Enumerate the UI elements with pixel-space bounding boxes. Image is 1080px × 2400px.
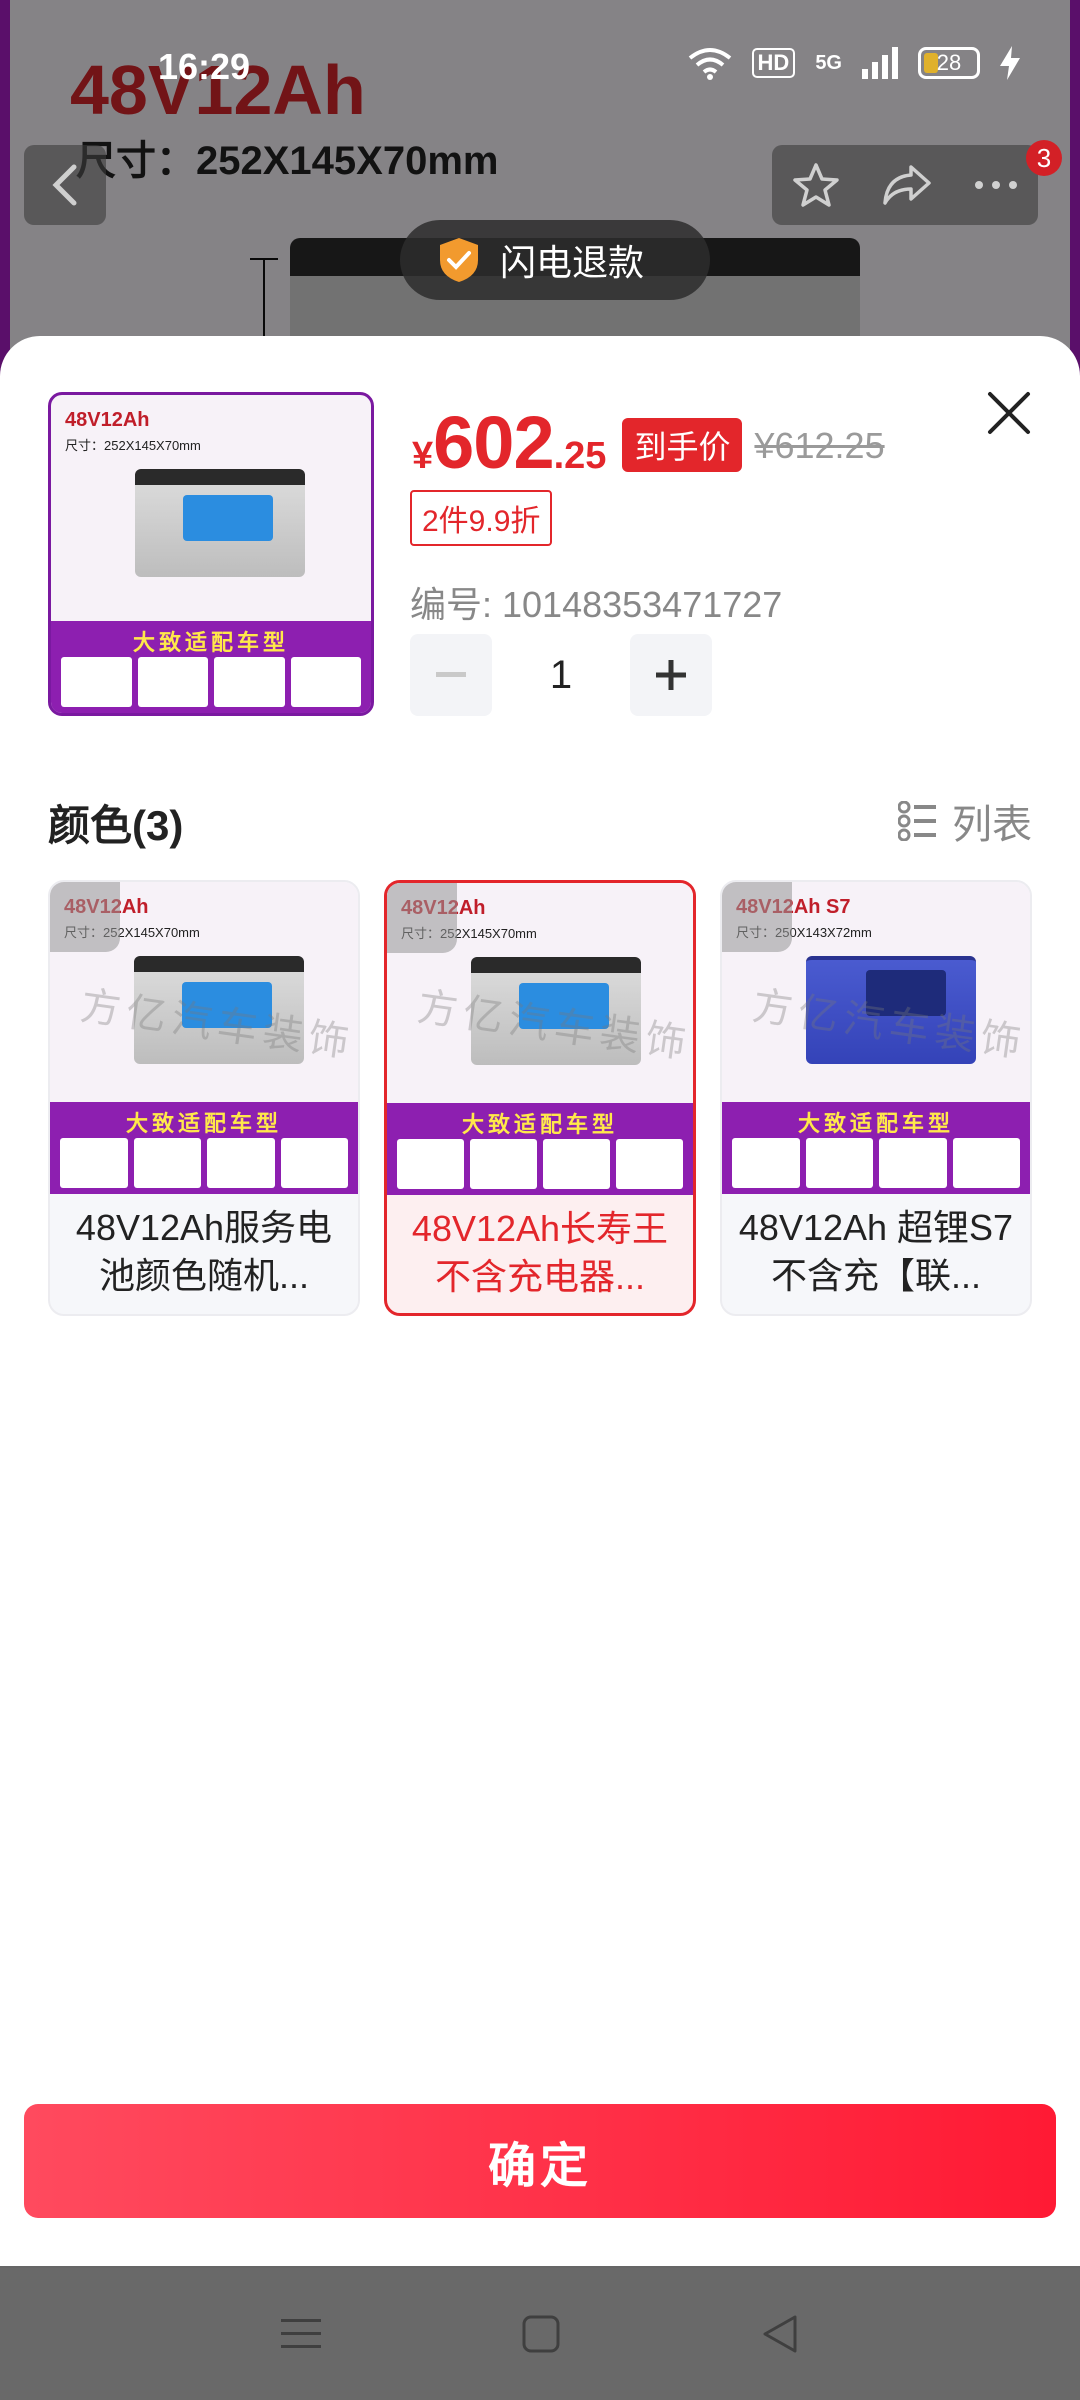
fit-models-caption: 大致适配车型 <box>797 1111 954 1136</box>
fit-models-band: 大致适配车型 <box>722 1102 1030 1194</box>
wifi-icon <box>688 48 731 80</box>
zoom-corner[interactable] <box>722 882 792 952</box>
price-decimal: .25 <box>553 435 607 477</box>
discount-chip: 2件9.9折 <box>410 490 553 546</box>
list-toggle-label: 列表 <box>952 803 1032 847</box>
quantity-value[interactable]: 1 <box>492 634 630 716</box>
refund-badge: 闪电退款 <box>400 220 710 300</box>
color-section-title: 颜色(3) <box>48 802 184 849</box>
status-time: 16:29 <box>158 46 251 87</box>
charging-icon <box>1000 46 1020 80</box>
home-icon[interactable] <box>522 2315 560 2353</box>
menu-icon[interactable] <box>280 2317 321 2351</box>
price-row: ¥ 602 .25 到手价 ¥612.25 <box>412 400 885 485</box>
item-number: 编号: 10148353471727 <box>410 584 783 625</box>
fit-models-caption: 大致适配车型 <box>461 1112 618 1137</box>
option-image: 48V12Ah 尺寸：252X145X70mm 方亿汽车装饰 大致适配车型 <box>387 883 693 1195</box>
fit-models-band: 大致适配车型 <box>51 621 371 713</box>
option-image: 48V12Ah S7 尺寸：250X143X72mm 方亿汽车装饰 大致适配车型 <box>722 882 1030 1194</box>
option-label: 48V12Ah服务电池颜色随机... <box>75 1207 333 1296</box>
zoom-corner[interactable] <box>387 883 457 953</box>
battery-icon: 28 <box>918 47 980 79</box>
network-label: 5G <box>815 51 842 74</box>
more-icon[interactable] <box>974 180 1018 190</box>
option-image: 48V12Ah 尺寸：252X145X70mm 方亿汽车装饰 大致适配车型 <box>50 882 358 1194</box>
fit-models-band: 大致适配车型 <box>50 1102 358 1194</box>
price-symbol: ¥ <box>412 435 434 477</box>
cart-badge: 3 <box>1026 140 1062 176</box>
confirm-button[interactable]: 确定 <box>24 2104 1056 2218</box>
back-button[interactable] <box>24 145 106 225</box>
hd-badge: HD <box>751 48 796 78</box>
thumb-title: 48V12Ah <box>65 409 150 431</box>
share-icon[interactable] <box>881 163 933 207</box>
final-price-tag: 到手价 <box>622 418 743 472</box>
status-bar: 16:29 HD 5G 28 <box>0 0 1080 140</box>
list-icon <box>898 801 936 841</box>
zoom-corner[interactable] <box>50 882 120 952</box>
system-nav-bar <box>0 2268 1080 2400</box>
shield-check-icon <box>440 238 478 282</box>
back-icon <box>52 164 77 206</box>
color-option-3[interactable]: 48V12Ah S7 尺寸：250X143X72mm 方亿汽车装饰 大致适配车型… <box>720 880 1032 1316</box>
top-action-group <box>772 145 1038 225</box>
list-view-toggle[interactable]: 列表 <box>898 792 1032 850</box>
color-option-2[interactable]: 48V12Ah 尺寸：252X145X70mm 方亿汽车装饰 大致适配车型 48… <box>384 880 696 1316</box>
quantity-decrease-button[interactable] <box>410 634 492 716</box>
battery-level: 28 <box>936 50 962 75</box>
plus-icon <box>656 660 686 690</box>
fit-models-band: 大致适配车型 <box>387 1103 693 1195</box>
color-option-1[interactable]: 48V12Ah 尺寸：252X145X70mm 方亿汽车装饰 大致适配车型 48… <box>48 880 360 1316</box>
original-price: ¥612.25 <box>754 425 885 466</box>
minus-icon <box>436 672 466 677</box>
status-icons: HD 5G 28 <box>688 46 1020 80</box>
option-label: 48V12Ah长寿王不含充电器... <box>411 1208 669 1297</box>
option-label: 48V12Ah 超锂S7不含充【联... <box>738 1207 1014 1296</box>
thumb-size: 尺寸：252X145X70mm <box>65 438 201 453</box>
battery-image <box>135 469 305 577</box>
fit-models-caption: 大致适配车型 <box>125 1111 282 1136</box>
refund-label: 闪电退款 <box>500 242 645 283</box>
close-icon[interactable] <box>984 388 1034 438</box>
signal-icon <box>862 47 898 79</box>
price-integer: 602 <box>433 401 554 484</box>
back-triangle-icon[interactable] <box>761 2314 799 2354</box>
quantity-increase-button[interactable] <box>630 634 712 716</box>
product-thumbnail[interactable]: 48V12Ah 尺寸：252X145X70mm 大致适配车型 <box>48 392 374 716</box>
fit-models-caption: 大致适配车型 <box>132 630 289 655</box>
star-icon[interactable] <box>792 161 840 209</box>
